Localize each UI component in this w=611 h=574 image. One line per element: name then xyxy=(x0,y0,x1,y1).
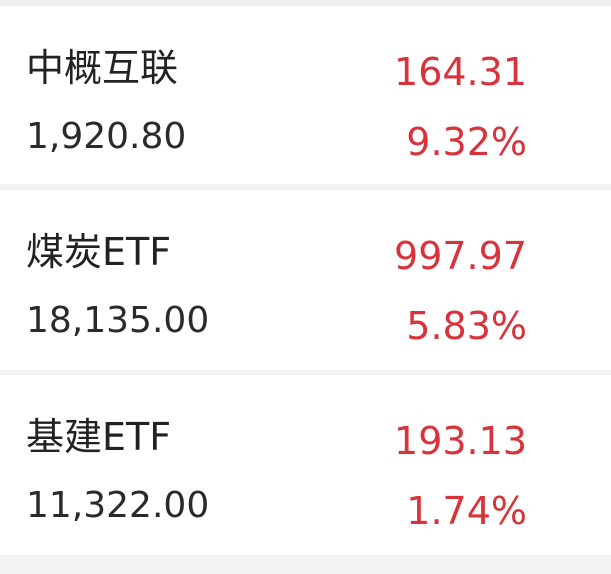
holding-price: 164.31 xyxy=(394,50,527,94)
holding-item[interactable]: 基建ETF 11,322.00 193.13 1.74% xyxy=(0,375,611,555)
holding-price: 193.13 xyxy=(394,419,527,463)
holding-amount: 18,135.00 xyxy=(26,300,210,341)
holding-item[interactable]: 煤炭ETF 18,135.00 997.97 5.83% xyxy=(0,190,611,370)
holding-price: 997.97 xyxy=(394,234,527,278)
holding-amount: 11,322.00 xyxy=(26,485,210,526)
holding-change-percent: 1.74% xyxy=(406,489,527,533)
holding-change-percent: 9.32% xyxy=(406,120,527,164)
holding-amount: 1,920.80 xyxy=(26,116,187,157)
holding-change-percent: 5.83% xyxy=(406,304,527,348)
bottom-divider xyxy=(0,555,611,574)
holdings-list: 中概互联 1,920.80 164.31 9.32% 煤炭ETF 18,135.… xyxy=(0,0,611,574)
holding-name: 煤炭ETF xyxy=(26,230,172,274)
holding-item[interactable]: 中概互联 1,920.80 164.31 9.32% xyxy=(0,6,611,184)
holding-name: 基建ETF xyxy=(26,415,172,459)
holding-name: 中概互联 xyxy=(26,46,179,90)
